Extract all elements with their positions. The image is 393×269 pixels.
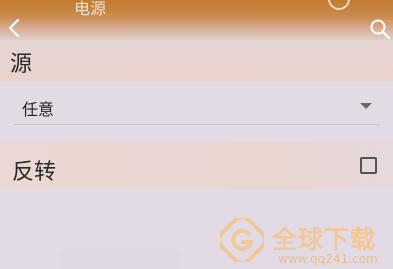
app-bar: 电源: [0, 0, 393, 40]
dropdown-underline: [14, 124, 380, 125]
invert-checkbox[interactable]: [360, 157, 377, 174]
watermark-text: 全球下载: [272, 225, 377, 254]
faded-placeholder-bottom: [60, 250, 180, 269]
watermark-url: www.qq241.com: [278, 252, 378, 266]
watermark: 全球下载 www.qq241.com: [216, 214, 393, 269]
back-arrow-icon[interactable]: [6, 18, 22, 38]
faded-placeholder: [72, 196, 212, 216]
source-dropdown[interactable]: 任意: [14, 88, 380, 124]
invert-label: 反转: [12, 160, 57, 185]
page-title: 电源: [74, 0, 107, 18]
source-dropdown-value: 任意: [22, 100, 55, 119]
search-icon[interactable]: [369, 18, 391, 40]
invert-row[interactable]: 反转: [0, 141, 393, 189]
source-section-header: [0, 40, 393, 82]
dropdown-arrow-icon: [360, 103, 372, 109]
status-icon: [328, 0, 350, 10]
source-label: 源: [10, 52, 33, 77]
watermark-logo-icon: [220, 218, 264, 262]
